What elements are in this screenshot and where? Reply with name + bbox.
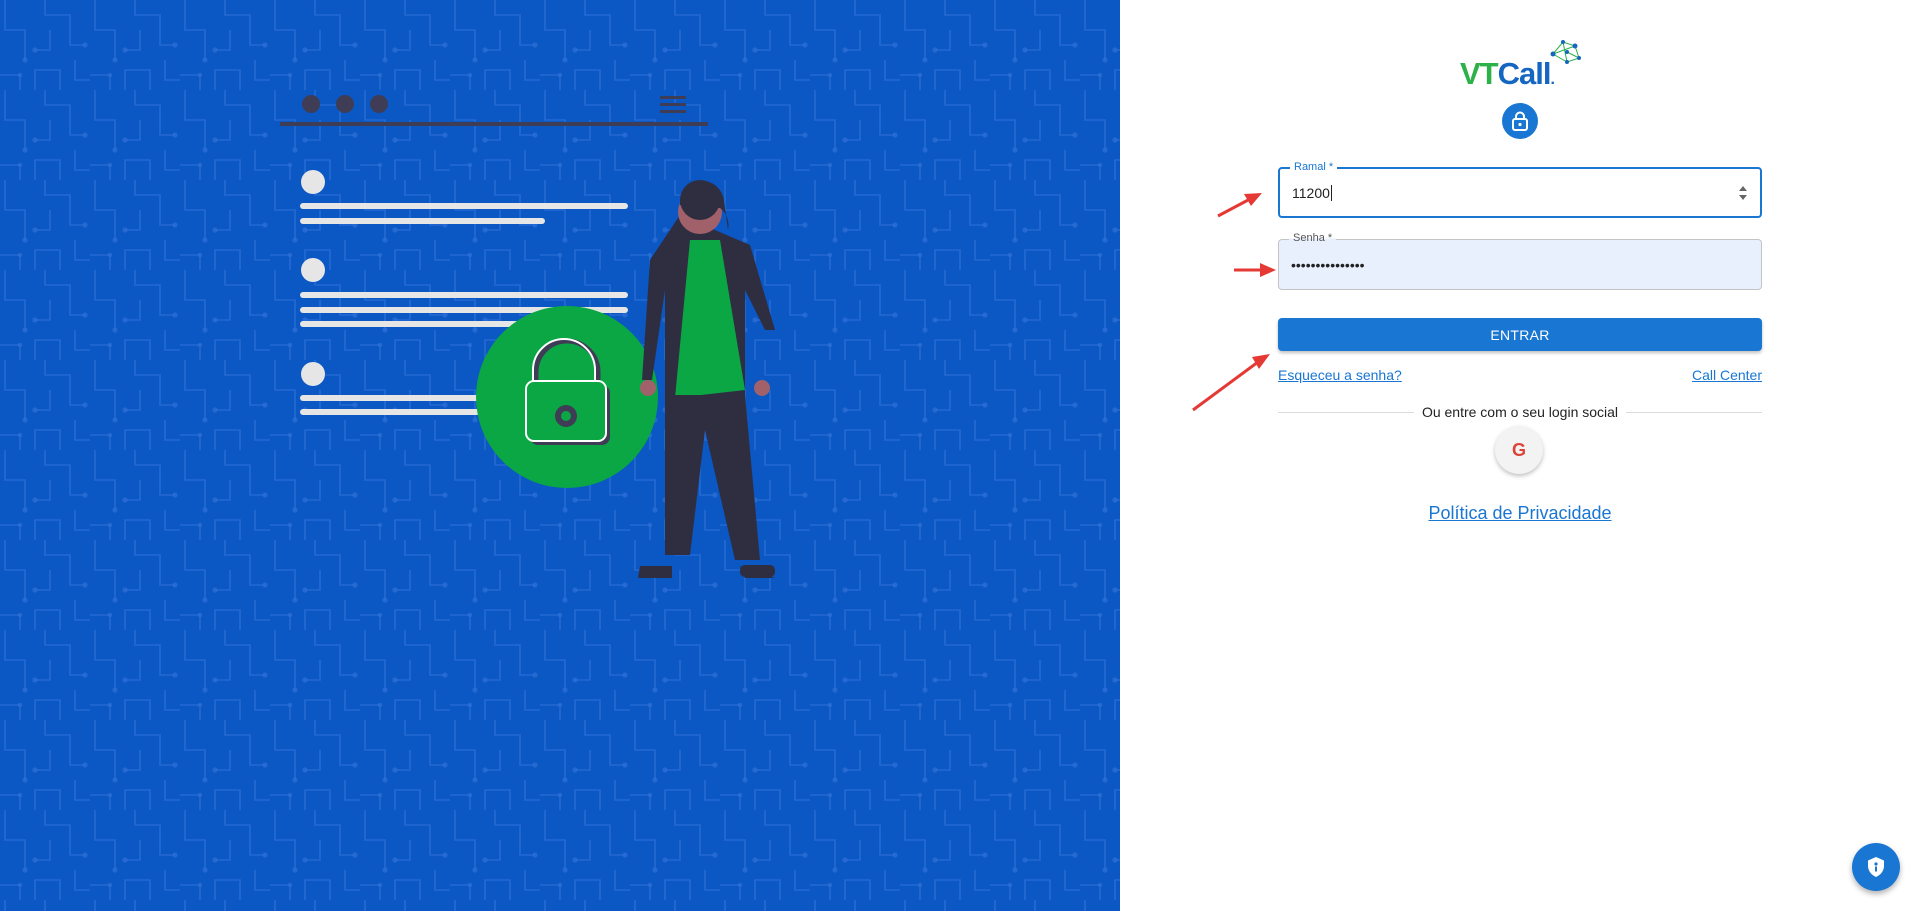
logo-call: Call: [1497, 56, 1552, 91]
number-spinner-icon[interactable]: [1738, 184, 1748, 202]
privacy-policy-link[interactable]: Política de Privacidade: [1278, 503, 1762, 524]
logo-vt: VT: [1460, 56, 1499, 91]
call-center-link[interactable]: Call Center: [1692, 367, 1762, 383]
ramal-value: 11200: [1292, 184, 1332, 201]
ramal-value-text: 11200: [1292, 184, 1330, 201]
google-login-button[interactable]: G: [1495, 426, 1543, 474]
social-divider: Ou entre com o seu login social: [1278, 404, 1762, 420]
social-divider-text: Ou entre com o seu login social: [1278, 404, 1762, 420]
forgot-password-link[interactable]: Esqueceu a senha?: [1278, 367, 1402, 383]
social-divider-label: Ou entre com o seu login social: [1413, 404, 1627, 420]
privacy-settings-button[interactable]: [1852, 843, 1900, 891]
ramal-label: Ramal *: [1290, 160, 1338, 174]
senha-field[interactable]: Senha * •••••••••••••••: [1278, 231, 1762, 290]
google-letter: G: [1512, 440, 1526, 460]
illustration-panel: [0, 0, 1120, 911]
vtcall-logo: VTCall.: [1460, 36, 1585, 91]
text-caret: [1330, 184, 1332, 201]
senha-label: Senha *: [1289, 231, 1337, 245]
globe-network-icon: [1550, 40, 1581, 64]
annotation-arrows: [1192, 193, 1276, 412]
ramal-field[interactable]: Ramal * 11200: [1278, 160, 1762, 218]
lock-avatar: [1502, 103, 1538, 139]
security-illustration: [280, 95, 775, 578]
senha-value: •••••••••••••••: [1291, 256, 1365, 273]
logo-wordmark: VTCall.: [1460, 56, 1555, 92]
google-icon: G: [1512, 440, 1526, 460]
logo-dot: .: [1550, 71, 1555, 88]
shield-icon: [1868, 857, 1884, 877]
lock-icon: [1512, 111, 1528, 131]
entrar-button[interactable]: ENTRAR: [1278, 318, 1762, 351]
